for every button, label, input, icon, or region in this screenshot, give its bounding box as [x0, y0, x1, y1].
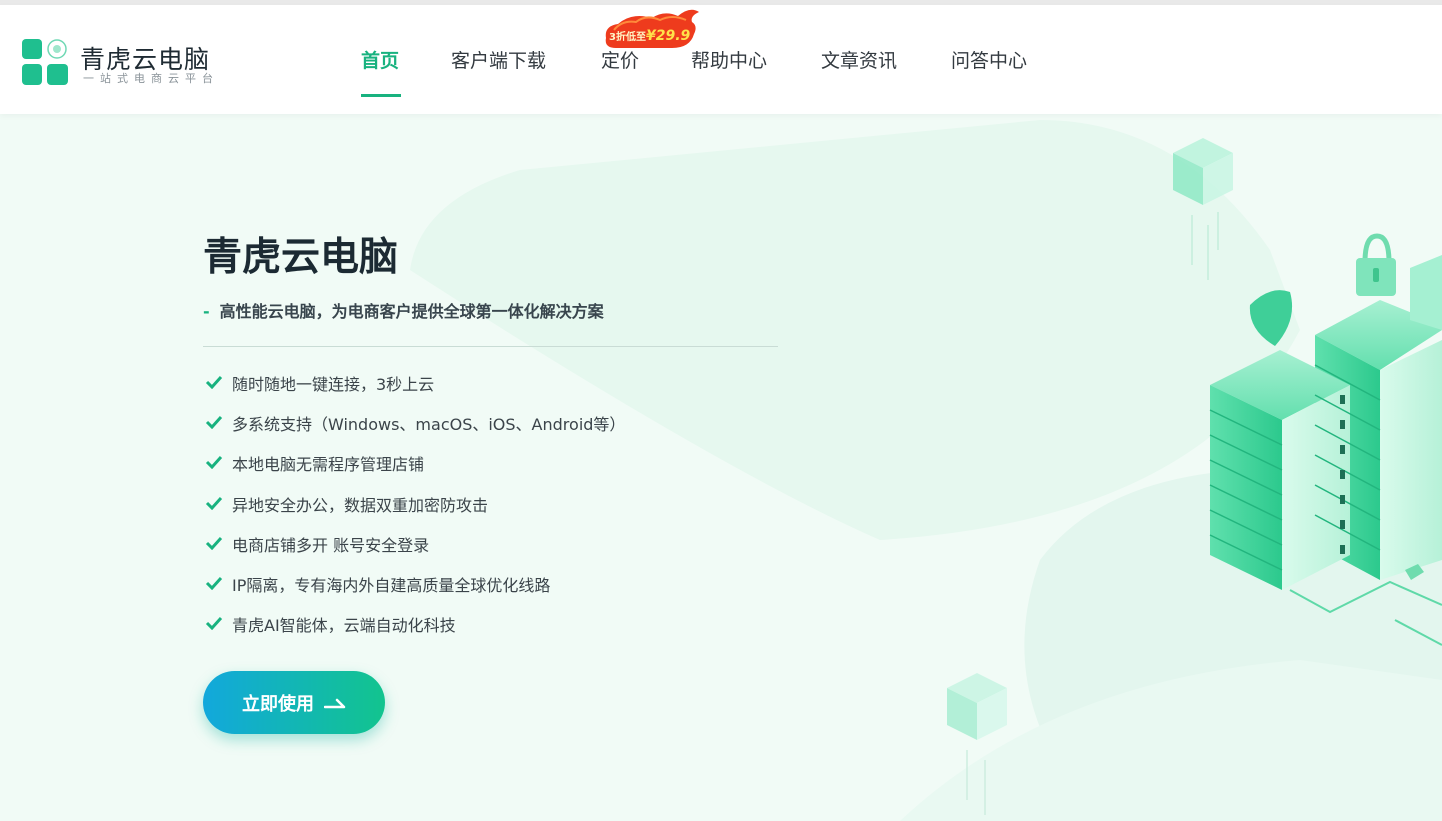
- feature-item: 异地安全办公，数据双重加密防攻击: [203, 492, 625, 532]
- nav-help-center[interactable]: 帮助中心: [691, 46, 767, 73]
- promo-text: 3折低至¥29.9: [609, 28, 690, 44]
- check-icon: [205, 617, 223, 631]
- promo-badge[interactable]: 3折低至¥29.9: [602, 8, 700, 50]
- nav-home[interactable]: 首页: [361, 46, 399, 73]
- arrow-right-icon: [324, 698, 346, 708]
- feature-item: 青虎AI智能体，云端自动化科技: [203, 612, 625, 652]
- check-icon: [205, 375, 223, 389]
- feature-item: 随时随地一键连接，3秒上云: [203, 371, 625, 411]
- feature-item: 本地电脑无需程序管理店铺: [203, 451, 625, 491]
- nav-qa-center[interactable]: 问答中心: [951, 46, 1027, 73]
- feature-text: 随时随地一键连接，3秒上云: [232, 375, 435, 394]
- brand-logo[interactable]: 青虎云电脑 一站式电商云平台: [22, 39, 222, 89]
- check-icon: [205, 536, 223, 550]
- check-icon: [205, 416, 223, 430]
- nav-active-indicator: [361, 94, 401, 97]
- site-header: 青虎云电脑 一站式电商云平台 首页 客户端下载 定价 帮助中心 文章资讯 问答中…: [0, 5, 1442, 114]
- promo-prefix: 3折低至: [609, 32, 646, 43]
- check-icon: [205, 576, 223, 590]
- nav-client-download[interactable]: 客户端下载: [451, 46, 546, 73]
- subtitle-dash: -: [203, 302, 210, 321]
- nav-pricing[interactable]: 定价: [601, 46, 639, 73]
- feature-item: 多系统支持（Windows、macOS、iOS、Android等）: [203, 411, 625, 451]
- start-using-button[interactable]: 立即使用: [203, 671, 385, 734]
- feature-text: 多系统支持（Windows、macOS、iOS、Android等）: [232, 415, 626, 435]
- feature-text: 异地安全办公，数据双重加密防攻击: [232, 495, 489, 515]
- feature-item: 电商店铺多开 账号安全登录: [203, 532, 625, 572]
- check-icon: [205, 496, 223, 510]
- cta-label: 立即使用: [242, 693, 314, 715]
- feature-list: 随时随地一键连接，3秒上云 多系统支持（Windows、macOS、iOS、An…: [203, 371, 625, 652]
- hero-title: 青虎云电脑: [203, 235, 399, 280]
- hero-subtitle: - 高性能云电脑，为电商客户提供全球第一体化解决方案: [203, 298, 604, 322]
- feature-text: 电商店铺多开 账号安全登录: [232, 535, 430, 555]
- feature-text: 青虎AI智能体，云端自动化科技: [232, 616, 456, 636]
- logo-tagline: 一站式电商云平台: [83, 72, 219, 85]
- check-icon: [205, 456, 223, 470]
- promo-price: ¥29.9: [645, 28, 691, 44]
- logo-mark-icon: [22, 39, 68, 85]
- subtitle-text: 高性能云电脑，为电商客户提供全球第一体化解决方案: [219, 302, 604, 321]
- feature-text: 本地电脑无需程序管理店铺: [232, 455, 425, 475]
- hero-divider: [203, 346, 778, 347]
- nav-articles[interactable]: 文章资讯: [821, 46, 897, 73]
- feature-item: IP隔离，专有海内外自建高质量全球优化线路: [203, 572, 625, 612]
- feature-text: IP隔离，专有海内外自建高质量全球优化线路: [232, 575, 551, 595]
